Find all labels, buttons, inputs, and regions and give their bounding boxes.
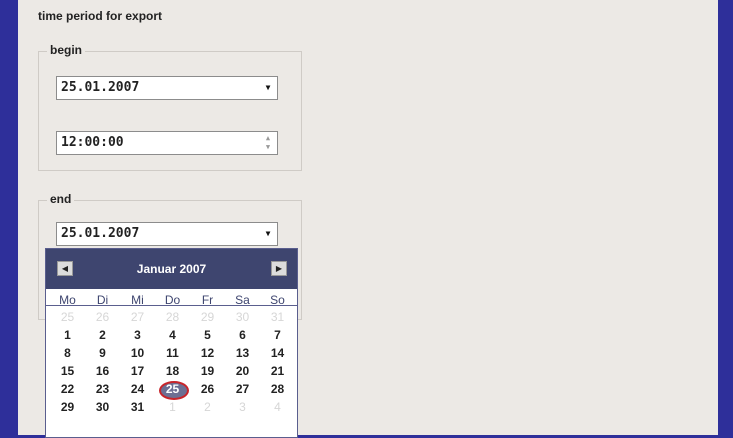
calendar-day[interactable]: 28	[155, 308, 190, 326]
calendar-day[interactable]: 6	[225, 326, 260, 344]
calendar-day[interactable]: 18	[155, 362, 190, 380]
calendar-header: ◀ Januar 2007 ▶	[46, 249, 297, 289]
calendar-day[interactable]: 10	[120, 344, 155, 362]
end-date-dropdown[interactable]: 25.01.2007 ▼	[56, 222, 278, 246]
calendar-day[interactable]: 30	[225, 308, 260, 326]
chevron-down-icon[interactable]: ▼	[263, 83, 273, 93]
weekday-header: Mo Di Mi Do Fr Sa So	[46, 289, 297, 307]
weekday-label: Do	[164, 293, 181, 307]
calendar-day[interactable]: 30	[85, 398, 120, 416]
calendar-day[interactable]: 4	[155, 326, 190, 344]
end-date-value: 25.01.2007	[61, 226, 140, 241]
selected-day-label: 25	[165, 382, 180, 396]
weekday-label: So	[270, 293, 285, 307]
calendar-day[interactable]: 23	[85, 380, 120, 398]
calendar-day[interactable]: 14	[260, 344, 295, 362]
begin-time-value: 12:00:00	[61, 135, 124, 150]
end-label: end	[47, 192, 75, 206]
calendar-day[interactable]: 5	[190, 326, 225, 344]
calendar-day[interactable]: 29	[50, 398, 85, 416]
calendar-day[interactable]: 26	[85, 308, 120, 326]
begin-date-dropdown[interactable]: 25.01.2007 ▼	[56, 76, 278, 100]
calendar-week: 25 26 27 28 29 30 31	[50, 308, 295, 326]
calendar-day[interactable]: 11	[155, 344, 190, 362]
calendar-day[interactable]: 16	[85, 362, 120, 380]
calendar-day[interactable]: 31	[120, 398, 155, 416]
weekday-label: Mo	[59, 293, 76, 307]
calendar-day[interactable]: 29	[190, 308, 225, 326]
calendar-day[interactable]: 9	[85, 344, 120, 362]
calendar-day[interactable]: 24	[120, 380, 155, 398]
calendar-week: 1 2 3 4 5 6 7	[50, 326, 295, 344]
calendar-day[interactable]: 2	[190, 398, 225, 416]
calendar-week: 8 9 10 11 12 13 14	[50, 344, 295, 362]
calendar-month-title: Januar 2007	[136, 262, 207, 276]
calendar-day[interactable]: 7	[260, 326, 295, 344]
calendar-day[interactable]: 27	[225, 380, 260, 398]
begin-date-value: 25.01.2007	[61, 80, 140, 95]
weekday-label: Sa	[235, 293, 250, 307]
calendar-day[interactable]: 20	[225, 362, 260, 380]
calendar-day[interactable]: 1	[50, 326, 85, 344]
calendar-day[interactable]: 21	[260, 362, 295, 380]
calendar-day[interactable]: 3	[120, 326, 155, 344]
weekday-label: Fr	[201, 293, 214, 307]
calendar-day[interactable]: 25	[50, 308, 85, 326]
calendar-week: 15 16 17 18 19 20 21	[50, 362, 295, 380]
calendar-day[interactable]: 15	[50, 362, 85, 380]
section-title: time period for export	[38, 9, 163, 23]
begin-time-input[interactable]: 12:00:00 ▲ ▼	[56, 131, 278, 155]
calendar-day[interactable]: 27	[120, 308, 155, 326]
arrow-right-icon[interactable]: ▶	[271, 261, 287, 276]
spinner-icon[interactable]: ▲ ▼	[263, 134, 273, 152]
calendar-day[interactable]: 31	[260, 308, 295, 326]
calendar-day[interactable]: 17	[120, 362, 155, 380]
calendar-grid: 25 26 27 28 29 30 31 1 2 3 4 5 6 7 8 9 1…	[46, 306, 297, 416]
weekday-label: Di	[96, 293, 109, 307]
calendar-day[interactable]: 28	[260, 380, 295, 398]
calendar-week: 29 30 31 1 2 3 4	[50, 398, 295, 416]
calendar-day[interactable]: 13	[225, 344, 260, 362]
calendar-day[interactable]: 26	[190, 380, 225, 398]
calendar-popup: ◀ Januar 2007 ▶ Mo Di Mi Do Fr Sa So 25 …	[45, 248, 298, 438]
calendar-day[interactable]: 12	[190, 344, 225, 362]
calendar-day[interactable]: 22	[50, 380, 85, 398]
weekday-label: Mi	[131, 293, 144, 307]
begin-label: begin	[47, 43, 85, 57]
calendar-day[interactable]: 3	[225, 398, 260, 416]
calendar-day[interactable]: 4	[260, 398, 295, 416]
calendar-day[interactable]: 1	[155, 398, 190, 416]
chevron-down-icon[interactable]: ▼	[263, 229, 273, 239]
calendar-day[interactable]: 2	[85, 326, 120, 344]
calendar-week: 22 23 24 25 26 27 28	[50, 380, 295, 400]
calendar-day[interactable]: 8	[50, 344, 85, 362]
calendar-day[interactable]: 19	[190, 362, 225, 380]
selected-day[interactable]: 25	[155, 380, 190, 400]
